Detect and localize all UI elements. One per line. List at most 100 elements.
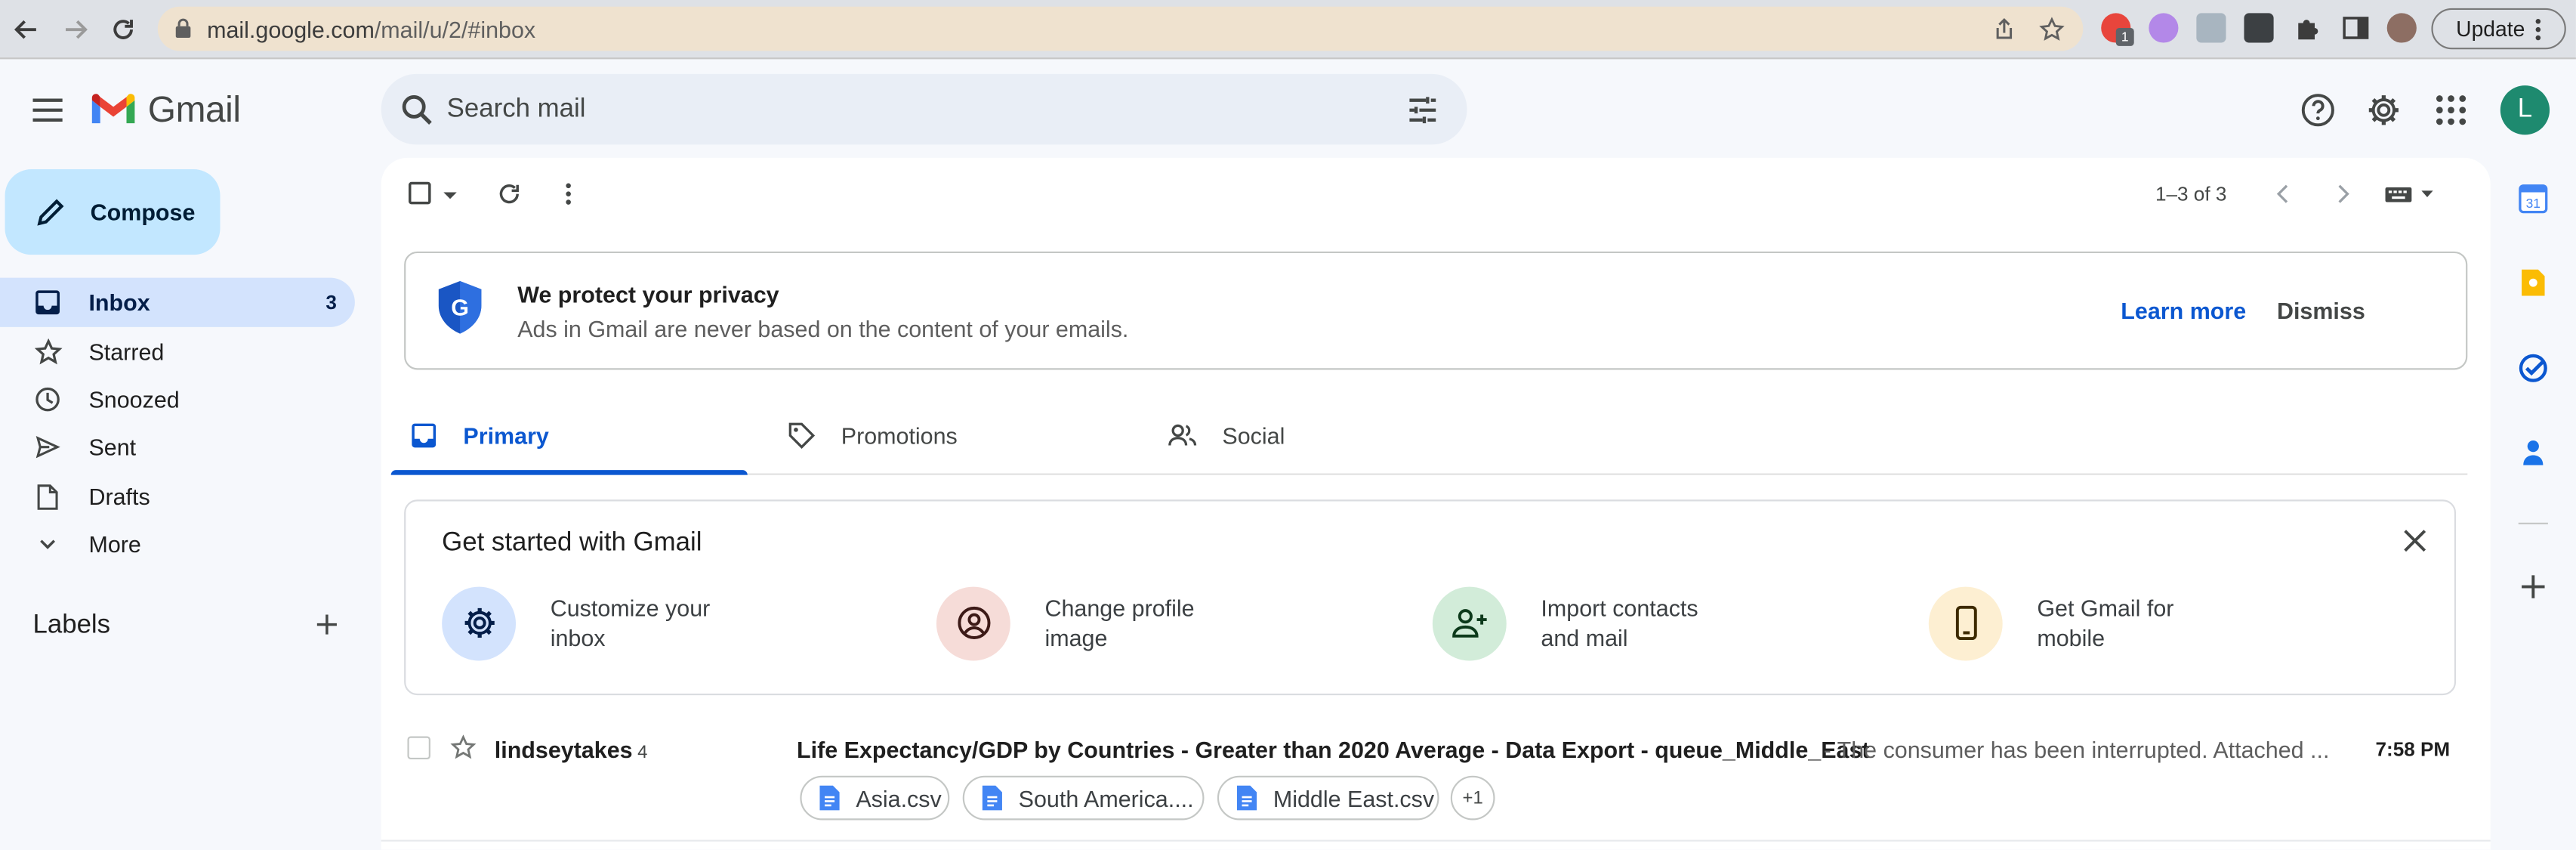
email-subject: Life Expectancy/GDP by Countries - Great… [797,736,1870,763]
pencil-icon [37,199,64,226]
sidebar-item-label: Snoozed [88,386,180,413]
document-icon [982,785,1002,811]
main-menu-icon[interactable] [29,92,66,128]
older-chevron-left-icon[interactable] [2270,181,2300,210]
dismiss-button[interactable]: Dismiss [2277,298,2365,324]
settings-gear-icon[interactable] [2365,92,2402,128]
apps-grid-icon[interactable] [2433,92,2470,128]
item-label-line1: Change profile [1044,595,1195,622]
search-options-icon[interactable] [1406,94,1439,134]
sidebar-item-inbox[interactable]: Inbox 3 [0,277,355,327]
update-button[interactable]: Update [2431,8,2566,50]
reload-icon[interactable] [106,13,140,46]
attachment-chip[interactable]: Asia.csv [800,775,950,821]
keep-icon[interactable] [2519,268,2548,298]
add-addon-icon[interactable] [2519,572,2548,601]
select-all-checkbox[interactable] [407,181,437,210]
bookmark-star-icon[interactable] [2039,17,2065,43]
attachment-chip[interactable]: South America.... [962,775,1205,821]
sidebar-item-sent[interactable]: Sent [0,422,355,471]
sidebar-item-label: Starred [88,338,165,365]
privacy-title: We protect your privacy [517,280,779,308]
side-panel-divider [2518,522,2548,524]
row-checkbox[interactable] [407,736,430,759]
search-bar[interactable]: Search mail [381,73,1467,145]
learn-more-link[interactable]: Learn more [2121,298,2246,324]
document-icon [1237,785,1257,811]
table-row[interactable]: lindseytakes 4 Life Expectancy/GDP by Cou… [381,713,2491,842]
compose-label: Compose [90,199,196,226]
more-vert-icon[interactable] [555,181,585,210]
search-icon[interactable] [401,94,434,134]
email-snippet: - The consumer has been interrupted. Att… [1823,736,2330,763]
change-profile-image-item[interactable]: Change profile image [936,585,1226,660]
url-text: mail.google.com/mail/u/2/#inbox [207,16,536,43]
email-time: 7:58 PM [2375,737,2451,762]
sidebar-item-drafts[interactable]: Drafts [0,471,355,521]
sidebar-item-starred[interactable]: Starred [0,327,355,376]
privacy-subtitle: Ads in Gmail are never based on the cont… [517,315,1129,342]
sidebar-item-snoozed[interactable]: Snoozed [0,375,355,424]
sidebar-item-label: Inbox [88,289,150,316]
item-label-line1: Import contacts [1541,595,1698,622]
attachment-name: Asia.csv [856,784,942,811]
lock-icon [174,18,193,48]
get-started-card: Get started with Gmail Customize your inb… [404,499,2457,696]
active-tab-indicator [390,470,748,475]
account-avatar[interactable]: L [2500,85,2550,135]
tab-label: Primary [463,422,549,449]
forward-icon[interactable] [59,13,92,46]
contacts-icon[interactable] [2519,437,2548,467]
search-input[interactable]: Search mail [447,95,586,125]
tag-icon [785,419,819,453]
calendar-icon[interactable]: 31 [2519,184,2548,214]
pagination-text: 1–3 of 3 [2155,182,2227,206]
tab-primary[interactable]: Primary [407,396,549,474]
address-bar[interactable]: mail.google.com/mail/u/2/#inbox [157,6,2084,51]
more-attachments-chip[interactable]: +1 [1450,775,1495,821]
tab-promotions[interactable]: Promotions [785,396,958,474]
compose-button[interactable]: Compose [5,169,221,255]
account-circle-icon [936,586,1010,660]
gmail-window: mail.google.com/mail/u/2/#inbox 1 Update [0,0,2576,850]
browser-toolbar: mail.google.com/mail/u/2/#inbox 1 Update [0,0,2576,60]
gmail-m-icon [91,94,135,124]
item-label-line2: image [1044,624,1108,651]
help-icon[interactable] [2300,92,2336,128]
item-label-line2: and mail [1541,624,1628,651]
tab-label: Promotions [841,422,958,449]
attachment-name: South America.... [1018,784,1194,811]
get-gmail-mobile-item[interactable]: Get Gmail for mobile [1928,585,2218,660]
get-started-title: Get started with Gmail [442,529,702,558]
share-icon[interactable] [1991,17,2017,43]
labels-heading: Labels [32,611,111,640]
extension-gray-icon[interactable] [2196,13,2226,43]
back-icon[interactable] [10,13,43,46]
document-icon [819,785,840,811]
profile-avatar[interactable] [2386,13,2417,43]
close-icon[interactable] [2402,527,2431,557]
tab-social[interactable]: Social [1166,396,1285,474]
extension-purple-icon[interactable] [2149,13,2179,43]
side-panel-icon[interactable] [2341,13,2371,42]
privacy-banner: G We protect your privacy Ads in Gmail a… [404,251,2468,370]
newer-chevron-right-icon[interactable] [2330,181,2359,210]
select-dropdown-icon[interactable] [442,181,458,210]
input-tools-keyboard-icon[interactable] [2383,181,2436,210]
svg-text:31: 31 [2526,196,2541,211]
star-toggle-icon[interactable] [450,734,477,769]
extension-dark-icon[interactable] [2244,13,2274,43]
clock-icon [33,385,63,414]
customize-inbox-item[interactable]: Customize your inbox [442,585,731,660]
add-label-icon[interactable] [313,611,343,641]
attachment-chip[interactable]: Middle East.csv [1217,775,1439,821]
attachment-name: Middle East.csv [1273,784,1435,811]
chevron-down-icon [33,529,63,558]
tasks-icon[interactable] [2519,354,2548,383]
sidebar-item-more[interactable]: More [0,519,355,568]
gmail-logo[interactable]: Gmail [88,88,241,130]
gmail-wordmark: Gmail [147,88,241,130]
puzzle-icon[interactable] [2294,13,2323,42]
import-contacts-item[interactable]: Import contacts and mail [1432,585,1722,660]
refresh-icon[interactable] [496,181,526,210]
